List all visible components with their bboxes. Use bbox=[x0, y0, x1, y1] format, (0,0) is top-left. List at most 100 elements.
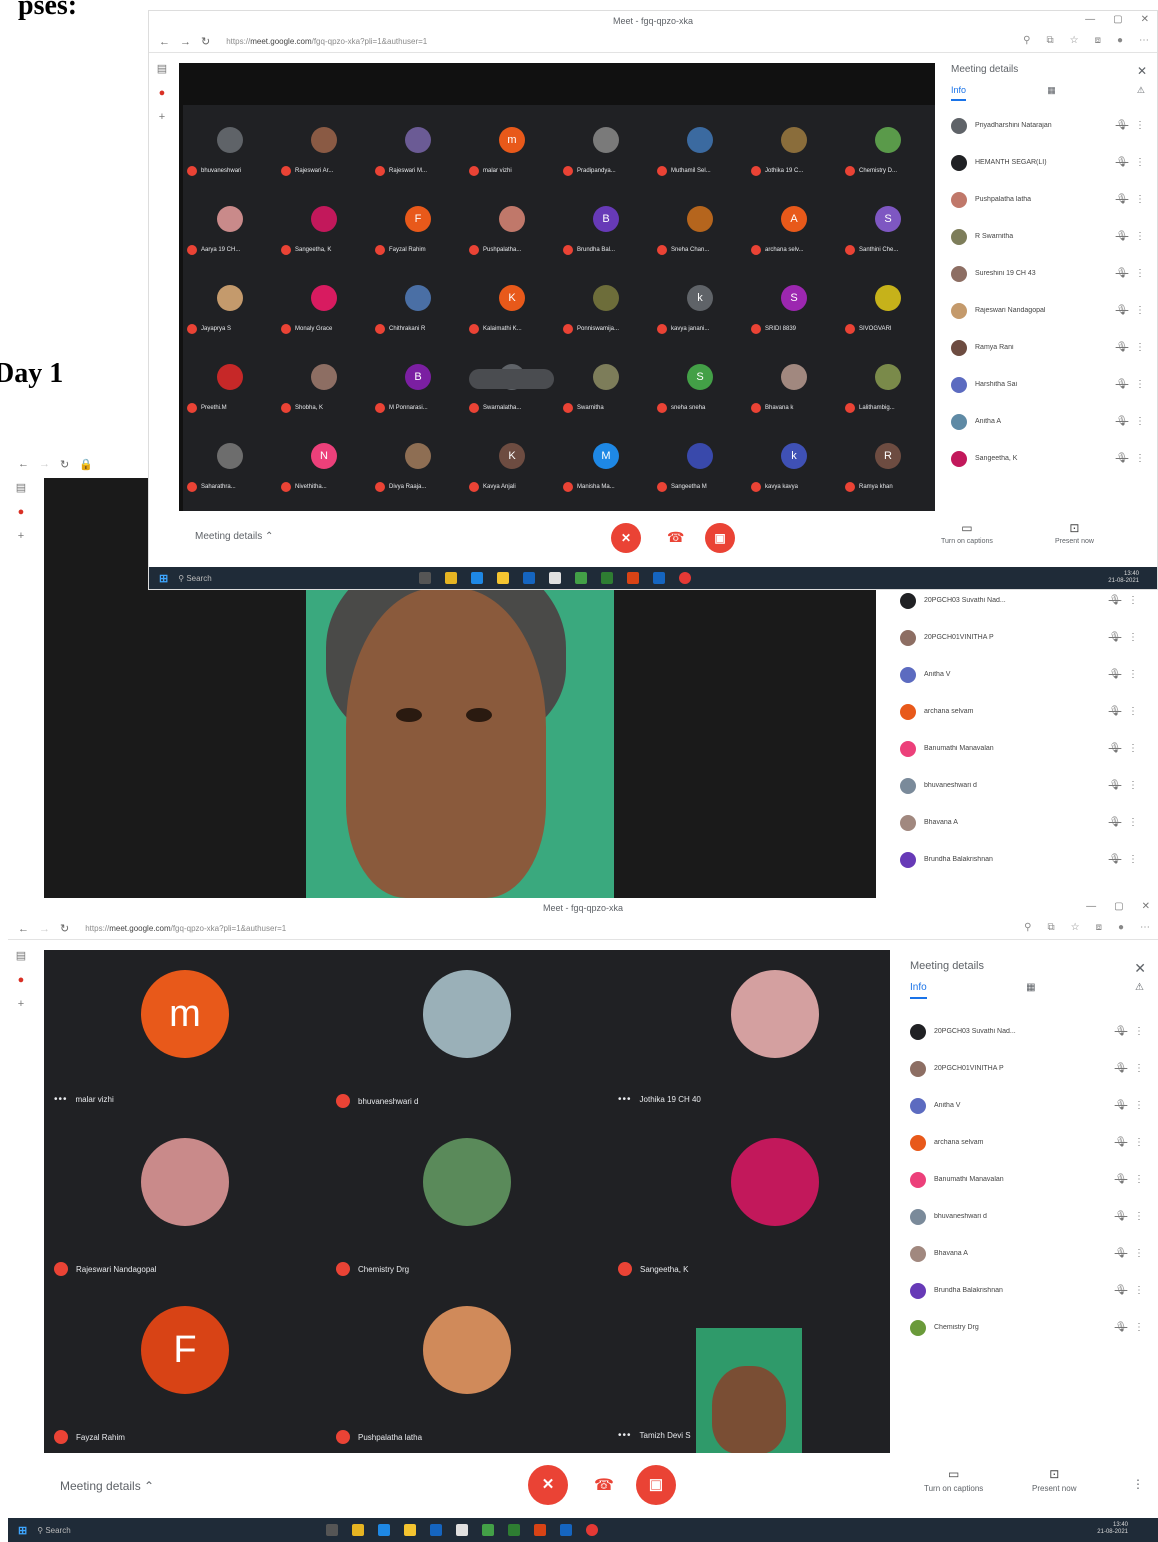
tab-people[interactable]: Info bbox=[910, 982, 927, 999]
maximize-icon[interactable]: ▢ bbox=[1113, 14, 1122, 25]
participant-row[interactable]: bhuvaneshwari d 🎙 ⋮ bbox=[888, 767, 1150, 804]
plus-icon[interactable]: + bbox=[159, 111, 165, 123]
participant-tile[interactable]: Sneha Chan... bbox=[653, 184, 747, 263]
sidebar-icon[interactable]: ▤ bbox=[16, 949, 26, 962]
participant-tile[interactable]: S SRIDI 8839 bbox=[747, 263, 841, 342]
close-icon[interactable]: ✕ bbox=[1137, 64, 1147, 78]
participant-tile[interactable]: K Kavya Anjali bbox=[465, 421, 559, 500]
participant-tile[interactable]: Swarnitha bbox=[559, 342, 653, 421]
participant-tile[interactable]: S Santhini Che... bbox=[841, 184, 935, 263]
participant-tile[interactable]: bhuvaneshwari bbox=[183, 105, 277, 184]
more-options-icon[interactable]: ⋮ bbox=[1128, 706, 1138, 717]
task-view-icon[interactable] bbox=[419, 572, 431, 584]
address-bar[interactable]: https://meet.google.com/fgq-qpzo-xka?pli… bbox=[226, 37, 427, 46]
chrome-icon[interactable] bbox=[575, 572, 587, 584]
participant-tile[interactable]: F Fayzal Rahim bbox=[371, 184, 465, 263]
mic-off-icon[interactable]: 🎙 bbox=[1108, 1285, 1134, 1296]
participant-tile[interactable]: Preethi.M bbox=[183, 342, 277, 421]
mic-off-icon[interactable]: 🎙 bbox=[1102, 706, 1128, 717]
participant-row[interactable]: Harshitha Sai 🎙 ⋮ bbox=[939, 366, 1157, 403]
mic-off-icon[interactable]: 🎙 bbox=[1102, 595, 1128, 606]
participant-row[interactable]: Pushpalatha latha 🎙 ⋮ bbox=[939, 181, 1157, 218]
close-icon[interactable]: ✕ bbox=[1134, 960, 1146, 977]
participant-tile[interactable]: k kavya kavya bbox=[747, 421, 841, 500]
more-options-icon[interactable]: ⋮ bbox=[1134, 1211, 1144, 1222]
mic-off-icon[interactable]: 🎙 bbox=[1109, 157, 1135, 168]
participant-tile[interactable]: Pradipandya... bbox=[559, 105, 653, 184]
participant-tile[interactable]: R Ramya khan bbox=[841, 421, 935, 500]
more-options-icon[interactable]: ⋮ bbox=[1135, 231, 1145, 242]
more-options-icon[interactable]: ⋮ bbox=[1134, 1137, 1144, 1148]
participant-row[interactable]: archana selvam 🎙 ⋮ bbox=[898, 1124, 1156, 1161]
mic-off-icon[interactable]: 🎙 bbox=[1109, 231, 1135, 242]
menu-icon[interactable]: ⋯ bbox=[1139, 35, 1149, 46]
participant-row[interactable]: Bhavana A 🎙 ⋮ bbox=[898, 1235, 1156, 1272]
store-icon[interactable] bbox=[549, 572, 561, 584]
store-icon[interactable] bbox=[456, 1524, 468, 1536]
more-options-icon[interactable]: ⋮ bbox=[1135, 194, 1145, 205]
hang-up-icon[interactable]: ☎ bbox=[667, 529, 684, 546]
more-options-icon[interactable]: ⋮ bbox=[1135, 157, 1145, 168]
mail-icon[interactable] bbox=[430, 1524, 442, 1536]
plus-icon[interactable]: + bbox=[18, 530, 24, 542]
star-icon[interactable]: ☆ bbox=[1070, 35, 1079, 46]
sidebar-icon[interactable]: ▤ bbox=[16, 481, 26, 494]
mic-off-icon[interactable]: 🎙 bbox=[1109, 379, 1135, 390]
back-icon[interactable]: ← bbox=[18, 458, 29, 470]
more-options-icon[interactable]: ⋮ bbox=[1135, 416, 1145, 427]
mic-off-icon[interactable]: 🎙 bbox=[1108, 1063, 1134, 1074]
zoom-icon[interactable]: ⚲ bbox=[1024, 922, 1031, 933]
participant-tile[interactable]: Saharathra... bbox=[183, 421, 277, 500]
more-options-icon[interactable]: ⋮ bbox=[1134, 1174, 1144, 1185]
tab-icon[interactable]: ⧉ bbox=[1046, 35, 1053, 46]
back-icon[interactable]: ← bbox=[159, 36, 170, 48]
participant-tile[interactable]: Sangeetha, K bbox=[277, 184, 371, 263]
address-bar[interactable]: https://meet.google.com/fgq-qpzo-xka?pli… bbox=[85, 924, 286, 933]
excel-icon[interactable] bbox=[508, 1524, 520, 1536]
tab-people[interactable]: Info bbox=[951, 85, 967, 101]
participant-tile[interactable]: k kavya janani... bbox=[653, 263, 747, 342]
forward-icon[interactable]: → bbox=[39, 923, 50, 935]
star-icon[interactable]: ☆ bbox=[1071, 922, 1080, 933]
participant-tile[interactable]: Chemistry D... bbox=[841, 105, 935, 184]
mic-off-icon[interactable]: 🎙 bbox=[1109, 268, 1135, 279]
collections-icon[interactable]: ⧈ bbox=[1095, 35, 1101, 46]
more-options-icon[interactable]: ⋮ bbox=[1135, 453, 1145, 464]
more-options-icon[interactable]: ⋮ bbox=[1132, 1477, 1144, 1491]
participant-tile[interactable]: Muthamil Sel... bbox=[653, 105, 747, 184]
reload-icon[interactable]: ↻ bbox=[201, 35, 210, 48]
participant-tile[interactable]: Ponniswamija... bbox=[559, 263, 653, 342]
mic-off-icon[interactable]: 🎙 bbox=[1102, 632, 1128, 643]
participant-tile[interactable]: Pushpalatha... bbox=[465, 184, 559, 263]
chat-icon[interactable]: ▦ bbox=[1026, 982, 1035, 999]
close-window-icon[interactable]: ✕ bbox=[1142, 901, 1150, 912]
participant-tile[interactable]: Monaly Grace bbox=[277, 263, 371, 342]
more-options-icon[interactable]: ⋮ bbox=[1135, 268, 1145, 279]
word-icon[interactable] bbox=[653, 572, 665, 584]
plus-icon[interactable]: + bbox=[18, 998, 24, 1010]
more-options-icon[interactable]: ⋮ bbox=[1128, 854, 1138, 865]
more-options-icon[interactable]: ⋮ bbox=[1134, 1285, 1144, 1296]
record-icon[interactable]: ● bbox=[18, 974, 25, 986]
windows-start-icon[interactable]: ⊞ bbox=[18, 1524, 27, 1537]
more-options-icon[interactable]: ⋮ bbox=[1135, 120, 1145, 131]
more-options-icon[interactable]: ⋮ bbox=[1134, 1100, 1144, 1111]
profile-icon[interactable]: ● bbox=[1118, 922, 1124, 933]
participant-tile[interactable]: Sangeetha M bbox=[653, 421, 747, 500]
app-icon[interactable] bbox=[586, 1524, 598, 1536]
participant-tile[interactable]: K Kalaimathi K... bbox=[465, 263, 559, 342]
participant-tile[interactable]: B M Ponnarasi... bbox=[371, 342, 465, 421]
mic-off-button[interactable]: ✕ bbox=[611, 523, 641, 553]
participant-row[interactable]: Chemistry Drg 🎙 ⋮ bbox=[898, 1309, 1156, 1346]
participant-tile[interactable]: m malar vizhi bbox=[465, 105, 559, 184]
taskbar-search[interactable]: ⚲ Search bbox=[37, 1526, 70, 1535]
mic-off-icon[interactable]: 🎙 bbox=[1108, 1174, 1134, 1185]
more-options-icon[interactable]: ⋮ bbox=[1134, 1063, 1144, 1074]
participant-row[interactable]: HEMANTH SEGAR(LI) 🎙 ⋮ bbox=[939, 144, 1157, 181]
participant-row[interactable]: Brundha Balakrishnan 🎙 ⋮ bbox=[888, 841, 1150, 878]
participant-video[interactable] bbox=[696, 1328, 802, 1454]
mic-off-icon[interactable]: 🎙 bbox=[1108, 1026, 1134, 1037]
chrome-icon[interactable] bbox=[482, 1524, 494, 1536]
participant-tile[interactable]: Lalithambig... bbox=[841, 342, 935, 421]
powerpoint-icon[interactable] bbox=[627, 572, 639, 584]
